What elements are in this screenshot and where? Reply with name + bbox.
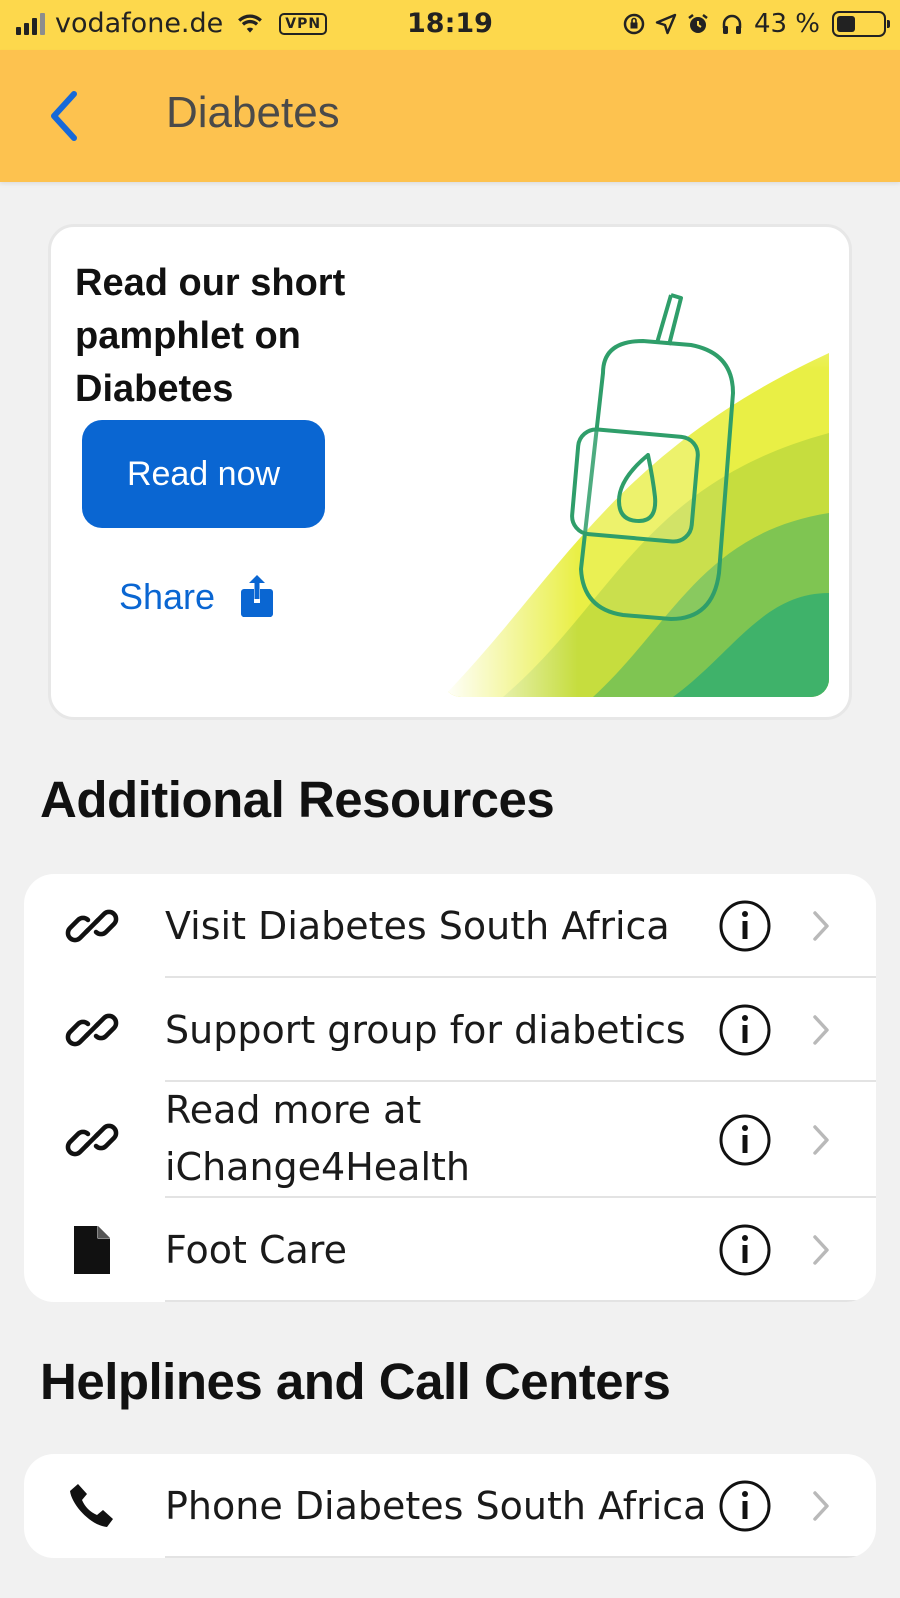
- battery-percent: 43 %: [753, 9, 820, 39]
- chevron-right-icon: [813, 1125, 829, 1155]
- chevron-right-icon: [813, 1491, 829, 1521]
- info-icon[interactable]: [718, 1003, 772, 1057]
- share-label: Share: [119, 576, 216, 617]
- glucose-meter-illustration: [443, 243, 829, 697]
- info-icon[interactable]: [718, 1113, 772, 1167]
- divider: [165, 1300, 876, 1302]
- battery-icon: [832, 11, 890, 37]
- helplines-heading: Helplines and Call Centers: [40, 1353, 671, 1410]
- resources-list: Visit Diabetes South Africa Support grou…: [24, 874, 876, 1302]
- nav-bar: Diabetes: [0, 50, 900, 182]
- list-item-support-group[interactable]: Support group for diabetics: [24, 978, 876, 1082]
- list-item-visit-diabetes-sa[interactable]: Visit Diabetes South Africa: [24, 874, 876, 978]
- link-icon: [64, 1002, 120, 1058]
- list-item-foot-care[interactable]: Foot Care: [24, 1198, 876, 1302]
- share-button[interactable]: Share: [119, 575, 275, 619]
- list-item-label: Read more at iChange4Health: [165, 1088, 471, 1189]
- link-icon: [64, 1112, 120, 1168]
- status-right: 43 %: [622, 9, 890, 39]
- chevron-right-icon: [813, 1235, 829, 1265]
- chevron-right-icon: [813, 1015, 829, 1045]
- document-icon: [64, 1222, 120, 1278]
- list-item-ichange4health[interactable]: Read more at iChange4Health: [24, 1082, 876, 1198]
- phone-icon: [64, 1478, 120, 1534]
- divider: [165, 1556, 876, 1558]
- helplines-list: Phone Diabetes South Africa: [24, 1454, 876, 1558]
- chevron-left-icon[interactable]: [44, 88, 84, 144]
- info-icon[interactable]: [718, 899, 772, 953]
- list-item-label: Support group for diabetics: [165, 1008, 686, 1052]
- screen-lock-icon: [623, 13, 645, 35]
- pamphlet-title: Read our short pamphlet on Diabetes: [75, 262, 346, 410]
- share-icon: [241, 575, 274, 617]
- info-icon[interactable]: [718, 1479, 772, 1533]
- location-icon: [655, 13, 677, 35]
- list-item-label: Phone Diabetes South Africa: [165, 1484, 707, 1528]
- pamphlet-card: Read our short pamphlet on Diabetes Read…: [48, 224, 852, 720]
- alarm-icon: [688, 14, 708, 33]
- info-icon[interactable]: [718, 1223, 772, 1277]
- link-icon: [64, 898, 120, 954]
- page-title: Diabetes: [166, 88, 340, 137]
- list-item-label: Visit Diabetes South Africa: [165, 904, 670, 948]
- status-bar: vodafone.de VPN 18:19 43 %: [0, 0, 900, 50]
- chevron-right-icon: [813, 911, 829, 941]
- list-item-label: Foot Care: [165, 1228, 347, 1272]
- headphones-icon: [722, 14, 742, 34]
- additional-resources-heading: Additional Resources: [40, 771, 555, 828]
- read-now-button[interactable]: Read now: [82, 420, 325, 528]
- list-item-phone-diabetes-sa[interactable]: Phone Diabetes South Africa: [24, 1454, 876, 1558]
